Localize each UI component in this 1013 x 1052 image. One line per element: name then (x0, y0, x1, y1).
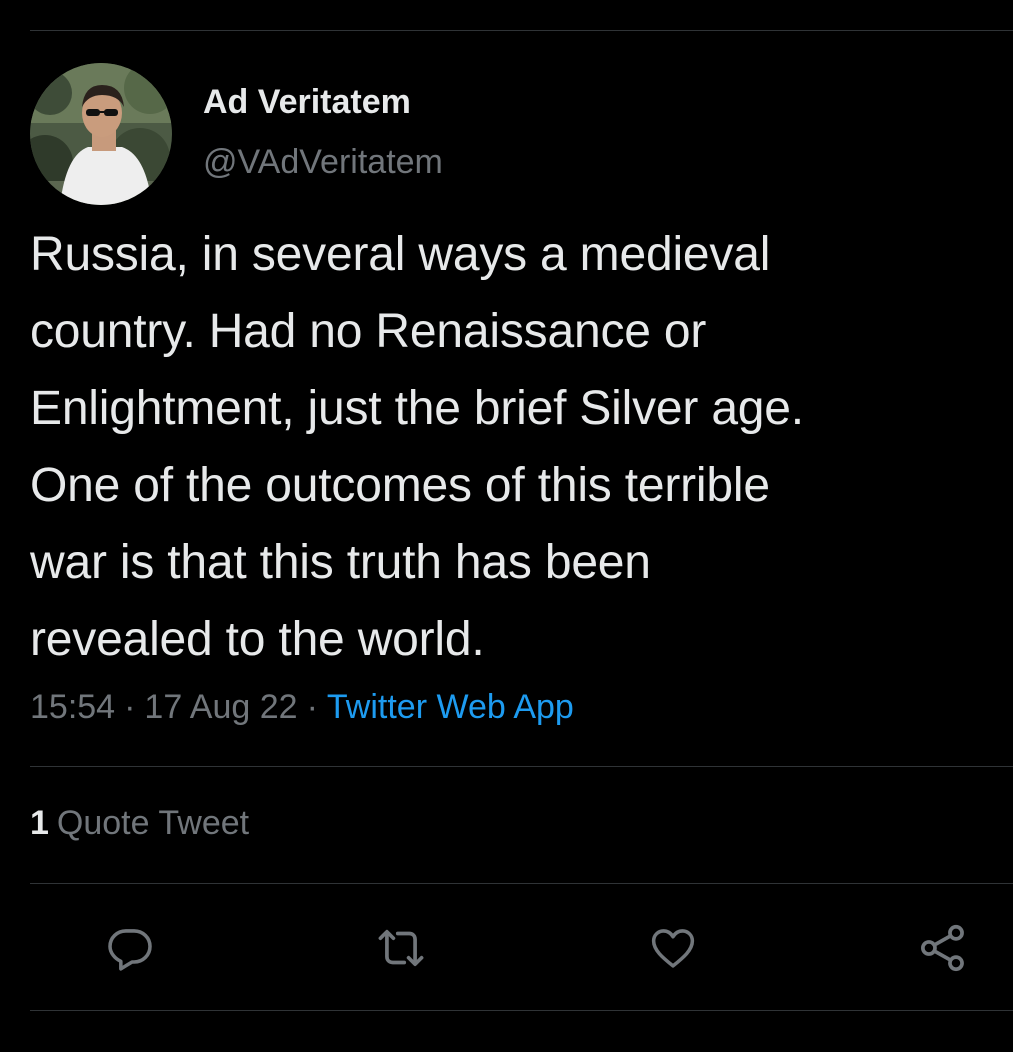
reply-button[interactable] (102, 920, 158, 976)
tweet-meta: 15:54 · 17 Aug 22 · Twitter Web App (30, 688, 574, 727)
bottom-divider (30, 1010, 1013, 1011)
author-handle[interactable]: @VAdVeritatem (203, 143, 443, 182)
quote-count: 1 (30, 804, 49, 842)
tweet-text: Russia, in several ways a medieval count… (30, 228, 804, 666)
tweet-time[interactable]: 15:54 (30, 688, 115, 726)
avatar[interactable] (30, 63, 172, 205)
share-icon (921, 924, 964, 972)
quote-tweet-stat[interactable]: 1 Quote Tweet (30, 804, 249, 843)
tweet-source-link[interactable]: Twitter Web App (327, 688, 574, 726)
quote-label: Quote Tweet (56, 804, 250, 842)
retweet-button[interactable] (373, 920, 429, 976)
reply-icon (108, 929, 152, 971)
stats-divider (30, 883, 1013, 884)
like-button[interactable] (645, 920, 701, 976)
retweet-icon (378, 929, 424, 967)
tweet-date[interactable]: 17 Aug 22 (144, 688, 297, 726)
share-button[interactable] (915, 920, 971, 976)
author-display-name[interactable]: Ad Veritatem (203, 83, 411, 122)
meta-separator: · (306, 688, 318, 726)
like-icon (651, 929, 695, 968)
meta-divider (30, 766, 1013, 767)
meta-separator: · (124, 688, 136, 726)
avatar-photo (30, 63, 172, 205)
top-divider (30, 30, 1013, 31)
